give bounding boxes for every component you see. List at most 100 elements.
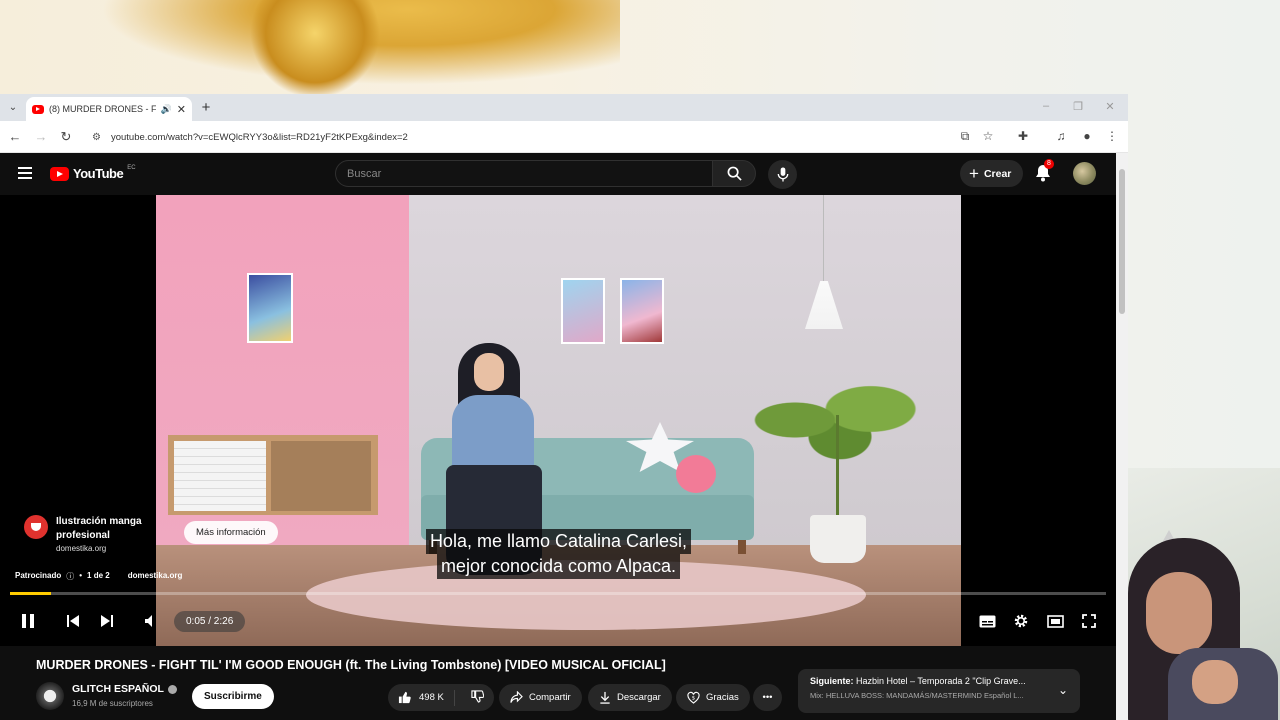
close-tab-icon[interactable]: ✕ (177, 103, 186, 116)
anime-poster (620, 278, 664, 344)
theater-mode-button[interactable] (1044, 610, 1066, 632)
plant-pot (810, 515, 866, 563)
microphone-icon (777, 167, 788, 182)
volume-button[interactable] (140, 610, 162, 632)
bookmark-star-icon[interactable]: ☆ (980, 129, 996, 143)
youtube-logo[interactable]: YouTube EC (50, 164, 136, 181)
scroll-thumb[interactable] (1119, 169, 1125, 314)
svg-text:$: $ (692, 695, 696, 701)
video-metadata: MURDER DRONES - FIGHT TIL' I'M GOOD ENOU… (0, 646, 1116, 720)
chevron-down-icon[interactable]: ⌄ (1058, 683, 1068, 697)
fullscreen-button[interactable] (1078, 610, 1100, 632)
progress-fill (10, 592, 51, 595)
streamer-hand (1192, 660, 1238, 704)
download-label: Descargar (617, 692, 661, 703)
thanks-label: Gracias (706, 692, 739, 703)
install-app-icon[interactable]: ⧉ (957, 129, 973, 144)
ad-position: 1 de 2 (87, 571, 110, 580)
sponsored-label: Patrocinado (15, 571, 62, 580)
hamburger-menu-icon[interactable] (18, 167, 32, 179)
browser-menu-icon[interactable]: ⋮ (1104, 129, 1120, 143)
thanks-button[interactable]: $ Gracias (676, 684, 750, 711)
subtitles-icon (979, 615, 995, 627)
download-button[interactable]: Descargar (588, 684, 672, 711)
search-input[interactable] (336, 161, 712, 186)
youtube-header: YouTube EC + Crear 8 (0, 153, 1116, 195)
info-icon[interactable]: ⓘ (66, 571, 74, 582)
minimize-button[interactable]: – (1039, 100, 1053, 112)
restore-button[interactable]: ❐ (1071, 100, 1085, 113)
progress-bar[interactable] (10, 592, 1106, 595)
up-next-label: Siguiente: (810, 676, 854, 686)
account-avatar[interactable] (1073, 162, 1096, 185)
more-info-button[interactable]: Más información (184, 521, 278, 544)
url-text: youtube.com/watch?v=cEWQlcRYY3o&list=RD2… (110, 131, 408, 143)
ad-info[interactable]: Ilustración manga profesional domestika.… (24, 515, 146, 553)
ad-title: Ilustración manga profesional (56, 516, 142, 541)
media-control-icon[interactable]: ♫ (1053, 129, 1069, 143)
url-field[interactable]: ⚙ youtube.com/watch?v=cEWQlcRYY3o&list=R… (84, 125, 1004, 149)
dislike-button[interactable] (461, 689, 494, 706)
back-button[interactable]: ← (7, 129, 23, 144)
youtube-favicon-icon (32, 104, 44, 114)
forward-button[interactable]: → (33, 129, 49, 144)
pause-icon (22, 614, 34, 628)
tab-search-icon[interactable]: ⌄ (4, 99, 22, 117)
up-next-title: Hazbin Hotel – Temporada 2 "Clip Grave..… (856, 676, 1026, 686)
search-button[interactable] (712, 160, 756, 187)
tab-title: (8) MURDER DRONES - FIGHT TIL' I'M GOOD … (49, 104, 156, 114)
reload-button[interactable]: ↻ (58, 129, 74, 145)
search-box (335, 160, 713, 187)
subtitles: Hola, me llamo Catalina Carlesi, mejor c… (406, 529, 711, 579)
browser-window: ⌄ (8) MURDER DRONES - FIGHT TIL' I'M GOO… (0, 94, 1128, 720)
super-thanks-icon: $ (687, 691, 700, 704)
channel-avatar[interactable] (36, 682, 64, 710)
next-button[interactable] (96, 610, 118, 632)
anime-poster (561, 278, 605, 344)
channel-name-row[interactable]: GLITCH ESPAÑOL (72, 683, 177, 695)
up-next-box[interactable]: Siguiente: Hazbin Hotel – Temporada 2 "C… (798, 669, 1080, 713)
site-info-icon[interactable]: ⚙ (92, 132, 101, 143)
subtitles-button[interactable] (976, 610, 998, 632)
like-dislike-group: 498 K (388, 684, 494, 711)
presenter-face (474, 353, 504, 391)
verified-check-icon (167, 684, 177, 694)
like-count: 498 K (419, 692, 444, 703)
profile-icon[interactable]: ● (1079, 129, 1095, 143)
channel-name: GLITCH ESPAÑOL (72, 683, 164, 695)
extensions-icon[interactable]: ✚ (1015, 129, 1031, 143)
country-code: EC (127, 164, 136, 171)
address-bar-row: ← → ↻ ⚙ youtube.com/watch?v=cEWQlcRYY3o&… (0, 121, 1128, 153)
create-button[interactable]: + Crear (960, 160, 1024, 187)
subscribe-button[interactable]: Suscribirme (192, 684, 274, 709)
caption-line-2: mejor conocida como Alpaca. (436, 554, 681, 579)
voice-search-button[interactable] (768, 160, 797, 189)
pause-button[interactable] (17, 610, 39, 632)
more-actions-button[interactable]: ••• (753, 684, 782, 711)
ad-domain: domestika.org (56, 544, 107, 553)
ad-status-domain[interactable]: domestika.org (128, 571, 183, 582)
share-button[interactable]: Compartir (499, 684, 582, 711)
time-display: 0:05 / 2:26 (174, 611, 246, 632)
like-button[interactable]: 498 K (388, 689, 455, 706)
wallpaper-emblem (250, 0, 380, 95)
up-next-mix: Mix: HELLUVA BOSS: MANDAMÁS/MASTERMIND E… (810, 691, 1024, 700)
video-title: MURDER DRONES - FIGHT TIL' I'M GOOD ENOU… (36, 658, 666, 672)
video-player[interactable]: Hola, me llamo Catalina Carlesi, mejor c… (0, 195, 1116, 646)
tab-youtube[interactable]: (8) MURDER DRONES - FIGHT TIL' I'M GOOD … (26, 97, 192, 121)
webcam-overlay (1128, 468, 1280, 720)
plant-leaves (741, 365, 921, 475)
window-close-button[interactable]: ✕ (1103, 100, 1117, 113)
new-tab-button[interactable]: + (198, 99, 214, 116)
youtube-page: YouTube EC + Crear 8 (0, 153, 1116, 720)
settings-button[interactable] (1010, 610, 1032, 632)
speaker-icon[interactable]: 🔊 (161, 104, 172, 115)
next-icon (101, 615, 113, 627)
streamer-face (1146, 572, 1212, 654)
more-horizontal-icon: ••• (762, 692, 773, 703)
plus-icon: + (969, 164, 979, 183)
previous-icon (67, 615, 79, 627)
page-scrollbar[interactable] (1116, 153, 1128, 720)
volume-icon (145, 615, 152, 627)
previous-button[interactable] (62, 610, 84, 632)
